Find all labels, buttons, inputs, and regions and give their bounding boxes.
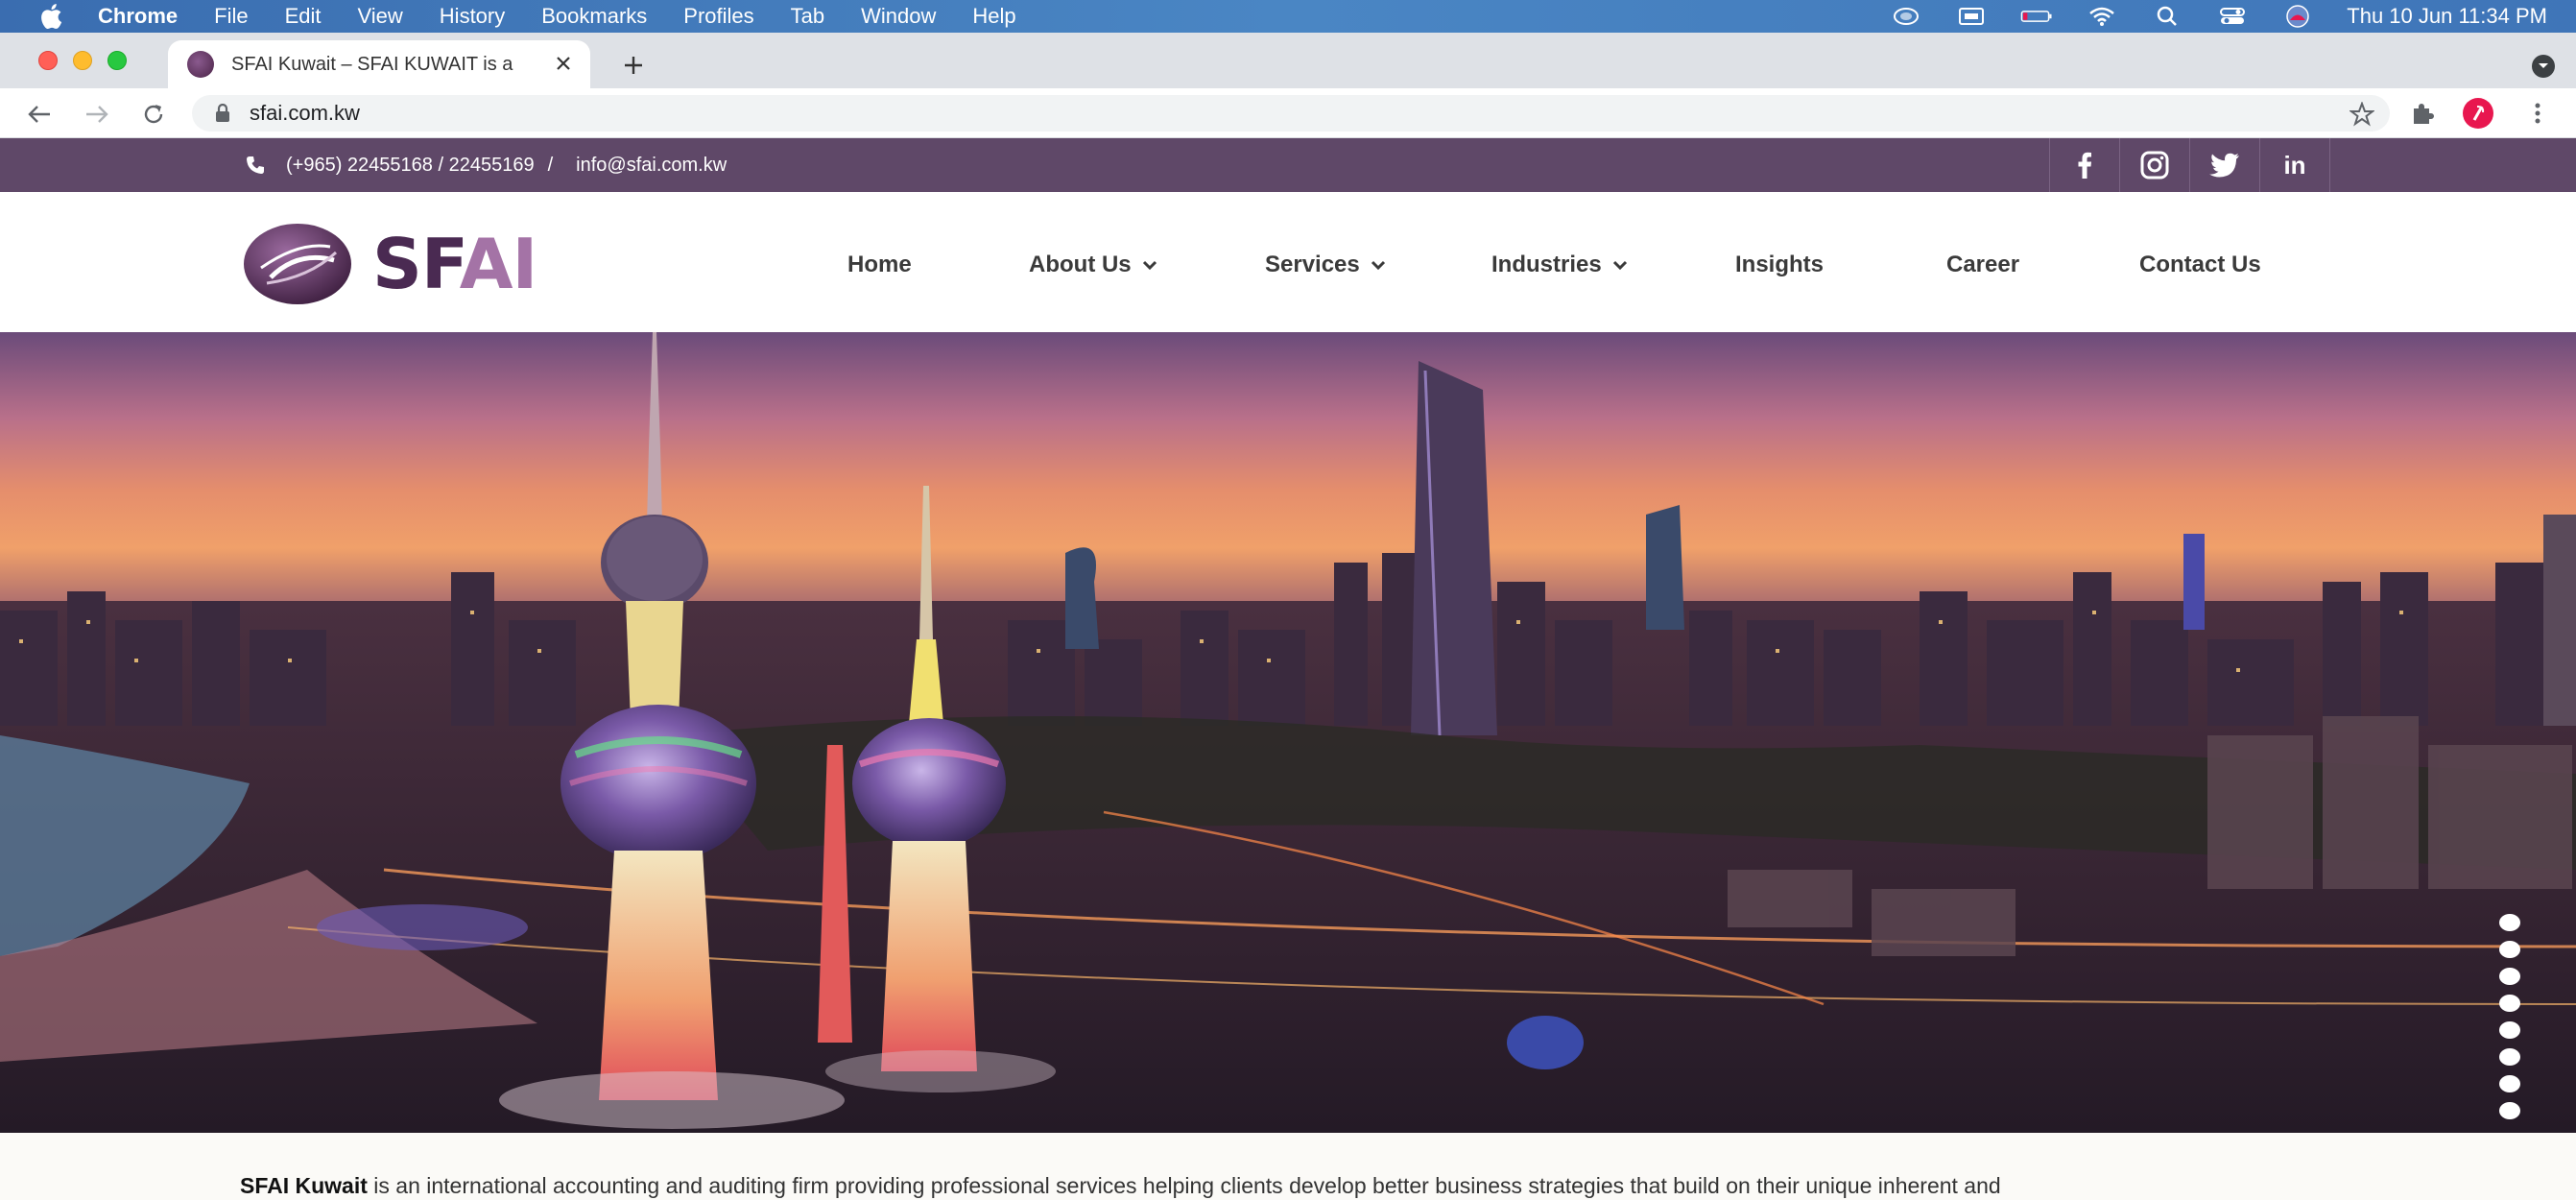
slider-pagination bbox=[2499, 914, 2520, 1129]
slider-dot[interactable] bbox=[2499, 1075, 2520, 1092]
chrome-menu-kebab-icon[interactable] bbox=[2522, 98, 2553, 129]
menu-window[interactable]: Window bbox=[861, 4, 936, 29]
forward-arrow-icon[interactable] bbox=[83, 100, 111, 129]
menu-edit[interactable]: Edit bbox=[285, 4, 322, 29]
slider-dot[interactable] bbox=[2499, 1021, 2520, 1039]
intro-text: is an international accounting and audit… bbox=[367, 1173, 2001, 1198]
window-zoom-button[interactable] bbox=[107, 51, 127, 70]
nav-industries[interactable]: Industries bbox=[1491, 252, 1629, 278]
window-close-button[interactable] bbox=[38, 51, 58, 70]
nav-career[interactable]: Career bbox=[1946, 252, 2019, 278]
slider-dot[interactable] bbox=[2499, 968, 2520, 985]
window-minimize-button[interactable] bbox=[73, 51, 92, 70]
intro-paragraph: SFAI Kuwait is an international accounti… bbox=[240, 1173, 2001, 1199]
menu-profiles[interactable]: Profiles bbox=[683, 4, 753, 29]
menu-file[interactable]: File bbox=[214, 4, 248, 29]
control-center-icon[interactable] bbox=[2216, 6, 2249, 27]
apple-icon[interactable] bbox=[36, 2, 65, 31]
status-area: Thu 10 Jun 11:34 PM bbox=[1857, 0, 2547, 33]
user-avatar-icon[interactable] bbox=[2281, 5, 2314, 28]
siri-icon[interactable] bbox=[1890, 6, 1922, 27]
menu-tab[interactable]: Tab bbox=[791, 4, 824, 29]
kuwait-skyline-illustration bbox=[0, 332, 2576, 1133]
sfai-logo[interactable]: SFAI bbox=[242, 221, 537, 307]
menu-bookmarks[interactable]: Bookmarks bbox=[541, 4, 647, 29]
tab-title: SFAI Kuwait – SFAI KUWAIT is a bbox=[231, 53, 513, 75]
linkedin-icon[interactable]: in bbox=[2260, 138, 2330, 192]
macos-menu-bar: Chrome File Edit View History Bookmarks … bbox=[0, 0, 2576, 33]
nav-about-us[interactable]: About Us bbox=[1029, 252, 1158, 278]
nav-services[interactable]: Services bbox=[1265, 252, 1387, 278]
profile-avatar-icon[interactable] bbox=[2463, 98, 2493, 129]
contact-separator: / bbox=[547, 154, 554, 176]
menubar-clock[interactable]: Thu 10 Jun 11:34 PM bbox=[2347, 4, 2547, 29]
slider-dot[interactable] bbox=[2499, 914, 2520, 931]
intro-company-name: SFAI Kuwait bbox=[240, 1173, 368, 1198]
chevron-down-icon bbox=[1611, 258, 1629, 272]
site-contact-bar: (+965) 22455168 / 22455169 / info@sfai.c… bbox=[0, 138, 2576, 192]
twitter-icon[interactable] bbox=[2190, 138, 2260, 192]
phone-icon bbox=[246, 156, 265, 175]
menu-history[interactable]: History bbox=[440, 4, 505, 29]
browser-tab-strip: SFAI Kuwait – SFAI KUWAIT is a bbox=[0, 33, 2576, 88]
back-arrow-icon[interactable] bbox=[25, 100, 54, 129]
new-tab-plus-icon[interactable] bbox=[619, 51, 648, 80]
wifi-icon[interactable] bbox=[2086, 6, 2118, 27]
slider-dot[interactable] bbox=[2499, 995, 2520, 1012]
logo-wordmark: SFAI bbox=[372, 224, 537, 304]
site-header: SFAI Home About Us Services Industries I… bbox=[0, 192, 2576, 332]
display-icon[interactable] bbox=[1955, 6, 1988, 27]
bookmark-star-icon[interactable] bbox=[2349, 101, 2375, 127]
slider-dot[interactable] bbox=[2499, 1102, 2520, 1119]
browser-tab-active[interactable]: SFAI Kuwait – SFAI KUWAIT is a bbox=[168, 40, 590, 88]
social-links: in bbox=[2049, 138, 2330, 192]
spotlight-search-icon[interactable] bbox=[2151, 6, 2183, 27]
chevron-down-icon bbox=[1370, 258, 1387, 272]
sfai-favicon-icon bbox=[187, 51, 214, 78]
intro-section: SFAI Kuwait is an international accounti… bbox=[0, 1133, 2576, 1200]
sfai-logo-mark-icon bbox=[244, 224, 351, 304]
reload-icon[interactable] bbox=[139, 100, 168, 129]
email-link[interactable]: info@sfai.com.kw bbox=[576, 155, 727, 177]
slider-dot[interactable] bbox=[2499, 1048, 2520, 1066]
tab-search-chevron-icon[interactable] bbox=[2532, 55, 2555, 78]
browser-toolbar: sfai.com.kw bbox=[0, 88, 2576, 138]
chevron-down-icon bbox=[1141, 258, 1158, 272]
menu-help[interactable]: Help bbox=[972, 4, 1015, 29]
extensions-puzzle-icon[interactable] bbox=[2407, 98, 2438, 129]
menu-app-chrome[interactable]: Chrome bbox=[98, 4, 178, 29]
lock-icon[interactable] bbox=[213, 104, 232, 123]
tab-close-icon[interactable] bbox=[552, 52, 575, 75]
hero-banner[interactable] bbox=[0, 332, 2576, 1133]
nav-contact-us[interactable]: Contact Us bbox=[2139, 252, 2261, 278]
url-text[interactable]: sfai.com.kw bbox=[250, 101, 360, 126]
facebook-icon[interactable] bbox=[2050, 138, 2120, 192]
menu-view[interactable]: View bbox=[358, 4, 403, 29]
phone-numbers[interactable]: (+965) 22455168 / 22455169 bbox=[286, 155, 535, 177]
contact-info: (+965) 22455168 / 22455169 / info@sfai.c… bbox=[246, 138, 727, 192]
battery-icon[interactable] bbox=[2020, 6, 2053, 27]
slider-dot[interactable] bbox=[2499, 941, 2520, 958]
instagram-icon[interactable] bbox=[2120, 138, 2190, 192]
nav-home[interactable]: Home bbox=[847, 252, 912, 278]
nav-insights[interactable]: Insights bbox=[1735, 252, 1824, 278]
address-bar[interactable]: sfai.com.kw bbox=[192, 95, 2390, 132]
